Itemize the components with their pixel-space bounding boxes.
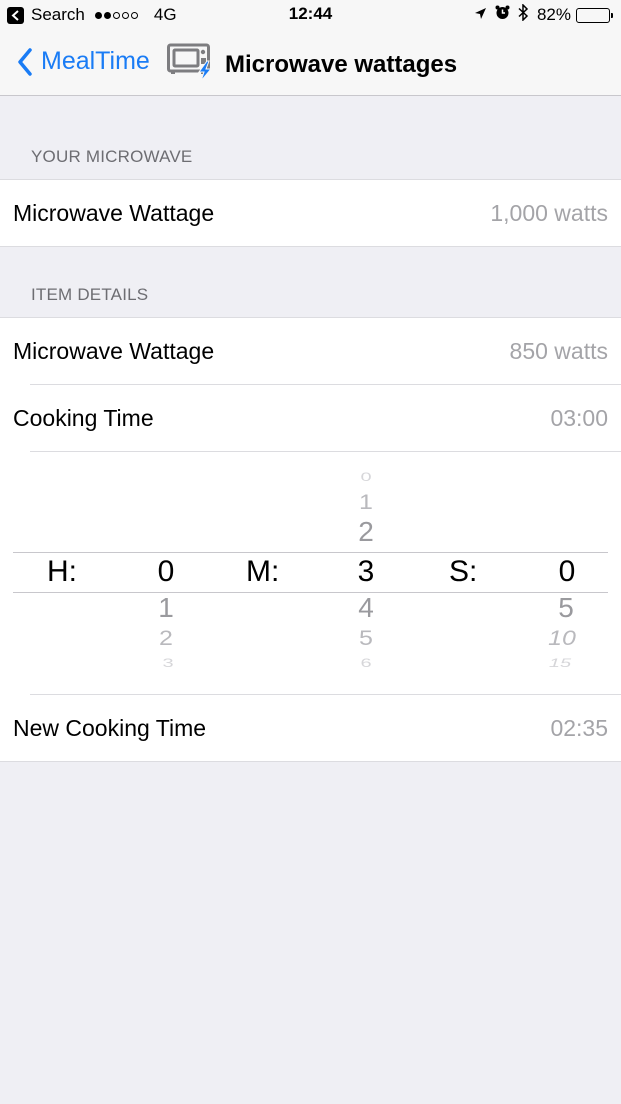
network-type: 4G — [153, 5, 177, 24]
picker-minutes-option[interactable]: 2 — [336, 516, 396, 548]
picker-minutes-option[interactable]: 4 — [336, 592, 396, 624]
section-header-item-details: ITEM DETAILS — [31, 285, 149, 304]
section-header-your-microwave: YOUR MICROWAVE — [31, 147, 193, 166]
picker-seconds-option[interactable]: 15 — [530, 657, 590, 671]
cooking-time-row[interactable]: Cooking Time 03:00 — [0, 385, 621, 451]
picker-minutes-option[interactable]: 0 — [336, 471, 396, 485]
picker-hours-selected[interactable]: 0 — [136, 553, 196, 591]
picker-seconds-option[interactable]: 5 — [536, 592, 596, 624]
microwave-power-icon — [167, 42, 213, 87]
picker-minutes-selected[interactable]: 3 — [336, 553, 396, 591]
new-cooking-time-value: 02:35 — [550, 714, 608, 741]
picker-seconds-label: S: — [449, 555, 478, 588]
item-details-group: Microwave Wattage 850 watts Cooking Time… — [0, 317, 621, 762]
row-value: 1,000 watts — [490, 199, 608, 226]
picker-hours-option[interactable]: 3 — [138, 657, 198, 671]
page-title: Microwave wattages — [225, 50, 458, 78]
row-label: New Cooking Time — [13, 714, 207, 741]
picker-seconds-option[interactable]: 10 — [532, 626, 592, 651]
cooking-time-picker[interactable]: H: M: S: 0 1 2 3 0 1 2 3 4 5 6 0 5 10 15 — [0, 452, 621, 694]
row-label: Microwave Wattage — [13, 337, 215, 364]
picker-hours-option[interactable]: 1 — [136, 592, 196, 624]
new-cooking-time-row: New Cooking Time 02:35 — [0, 695, 621, 761]
picker-selection-line — [13, 552, 608, 553]
your-microwave-wattage-row[interactable]: Microwave Wattage 1,000 watts — [0, 180, 621, 246]
picker-hours-option[interactable]: 2 — [136, 626, 196, 651]
back-to-app-icon[interactable] — [7, 6, 24, 24]
battery-icon — [576, 7, 613, 23]
bluetooth-icon — [518, 3, 529, 26]
battery-percent: 82% — [536, 5, 571, 24]
navigation-bar: MealTime Microwave wattages — [0, 30, 621, 96]
back-button-label: MealTime — [41, 47, 150, 75]
row-value: 03:00 — [550, 404, 608, 431]
status-bar: Search 4G 12:44 82% — [0, 0, 621, 30]
back-to-app-label[interactable]: Search — [31, 5, 85, 25]
picker-hours-label: H: — [47, 555, 77, 588]
row-label: Cooking Time — [13, 404, 154, 431]
row-value: 850 watts — [509, 337, 608, 364]
row-label: Microwave Wattage — [13, 199, 215, 226]
picker-minutes-label: M: — [246, 555, 280, 588]
alarm-icon — [495, 5, 510, 25]
back-button[interactable]: MealTime — [17, 47, 150, 76]
picker-seconds-selected[interactable]: 0 — [537, 553, 597, 591]
location-arrow-icon — [474, 5, 487, 25]
item-wattage-row[interactable]: Microwave Wattage 850 watts — [0, 318, 621, 384]
signal-strength-icon — [94, 11, 140, 19]
picker-minutes-option[interactable]: 5 — [336, 626, 396, 651]
your-microwave-group: Microwave Wattage 1,000 watts — [0, 179, 621, 247]
picker-selection-line — [13, 592, 608, 593]
chevron-left-icon — [18, 47, 32, 76]
picker-minutes-option[interactable]: 1 — [336, 490, 396, 515]
picker-minutes-option[interactable]: 6 — [336, 657, 396, 671]
